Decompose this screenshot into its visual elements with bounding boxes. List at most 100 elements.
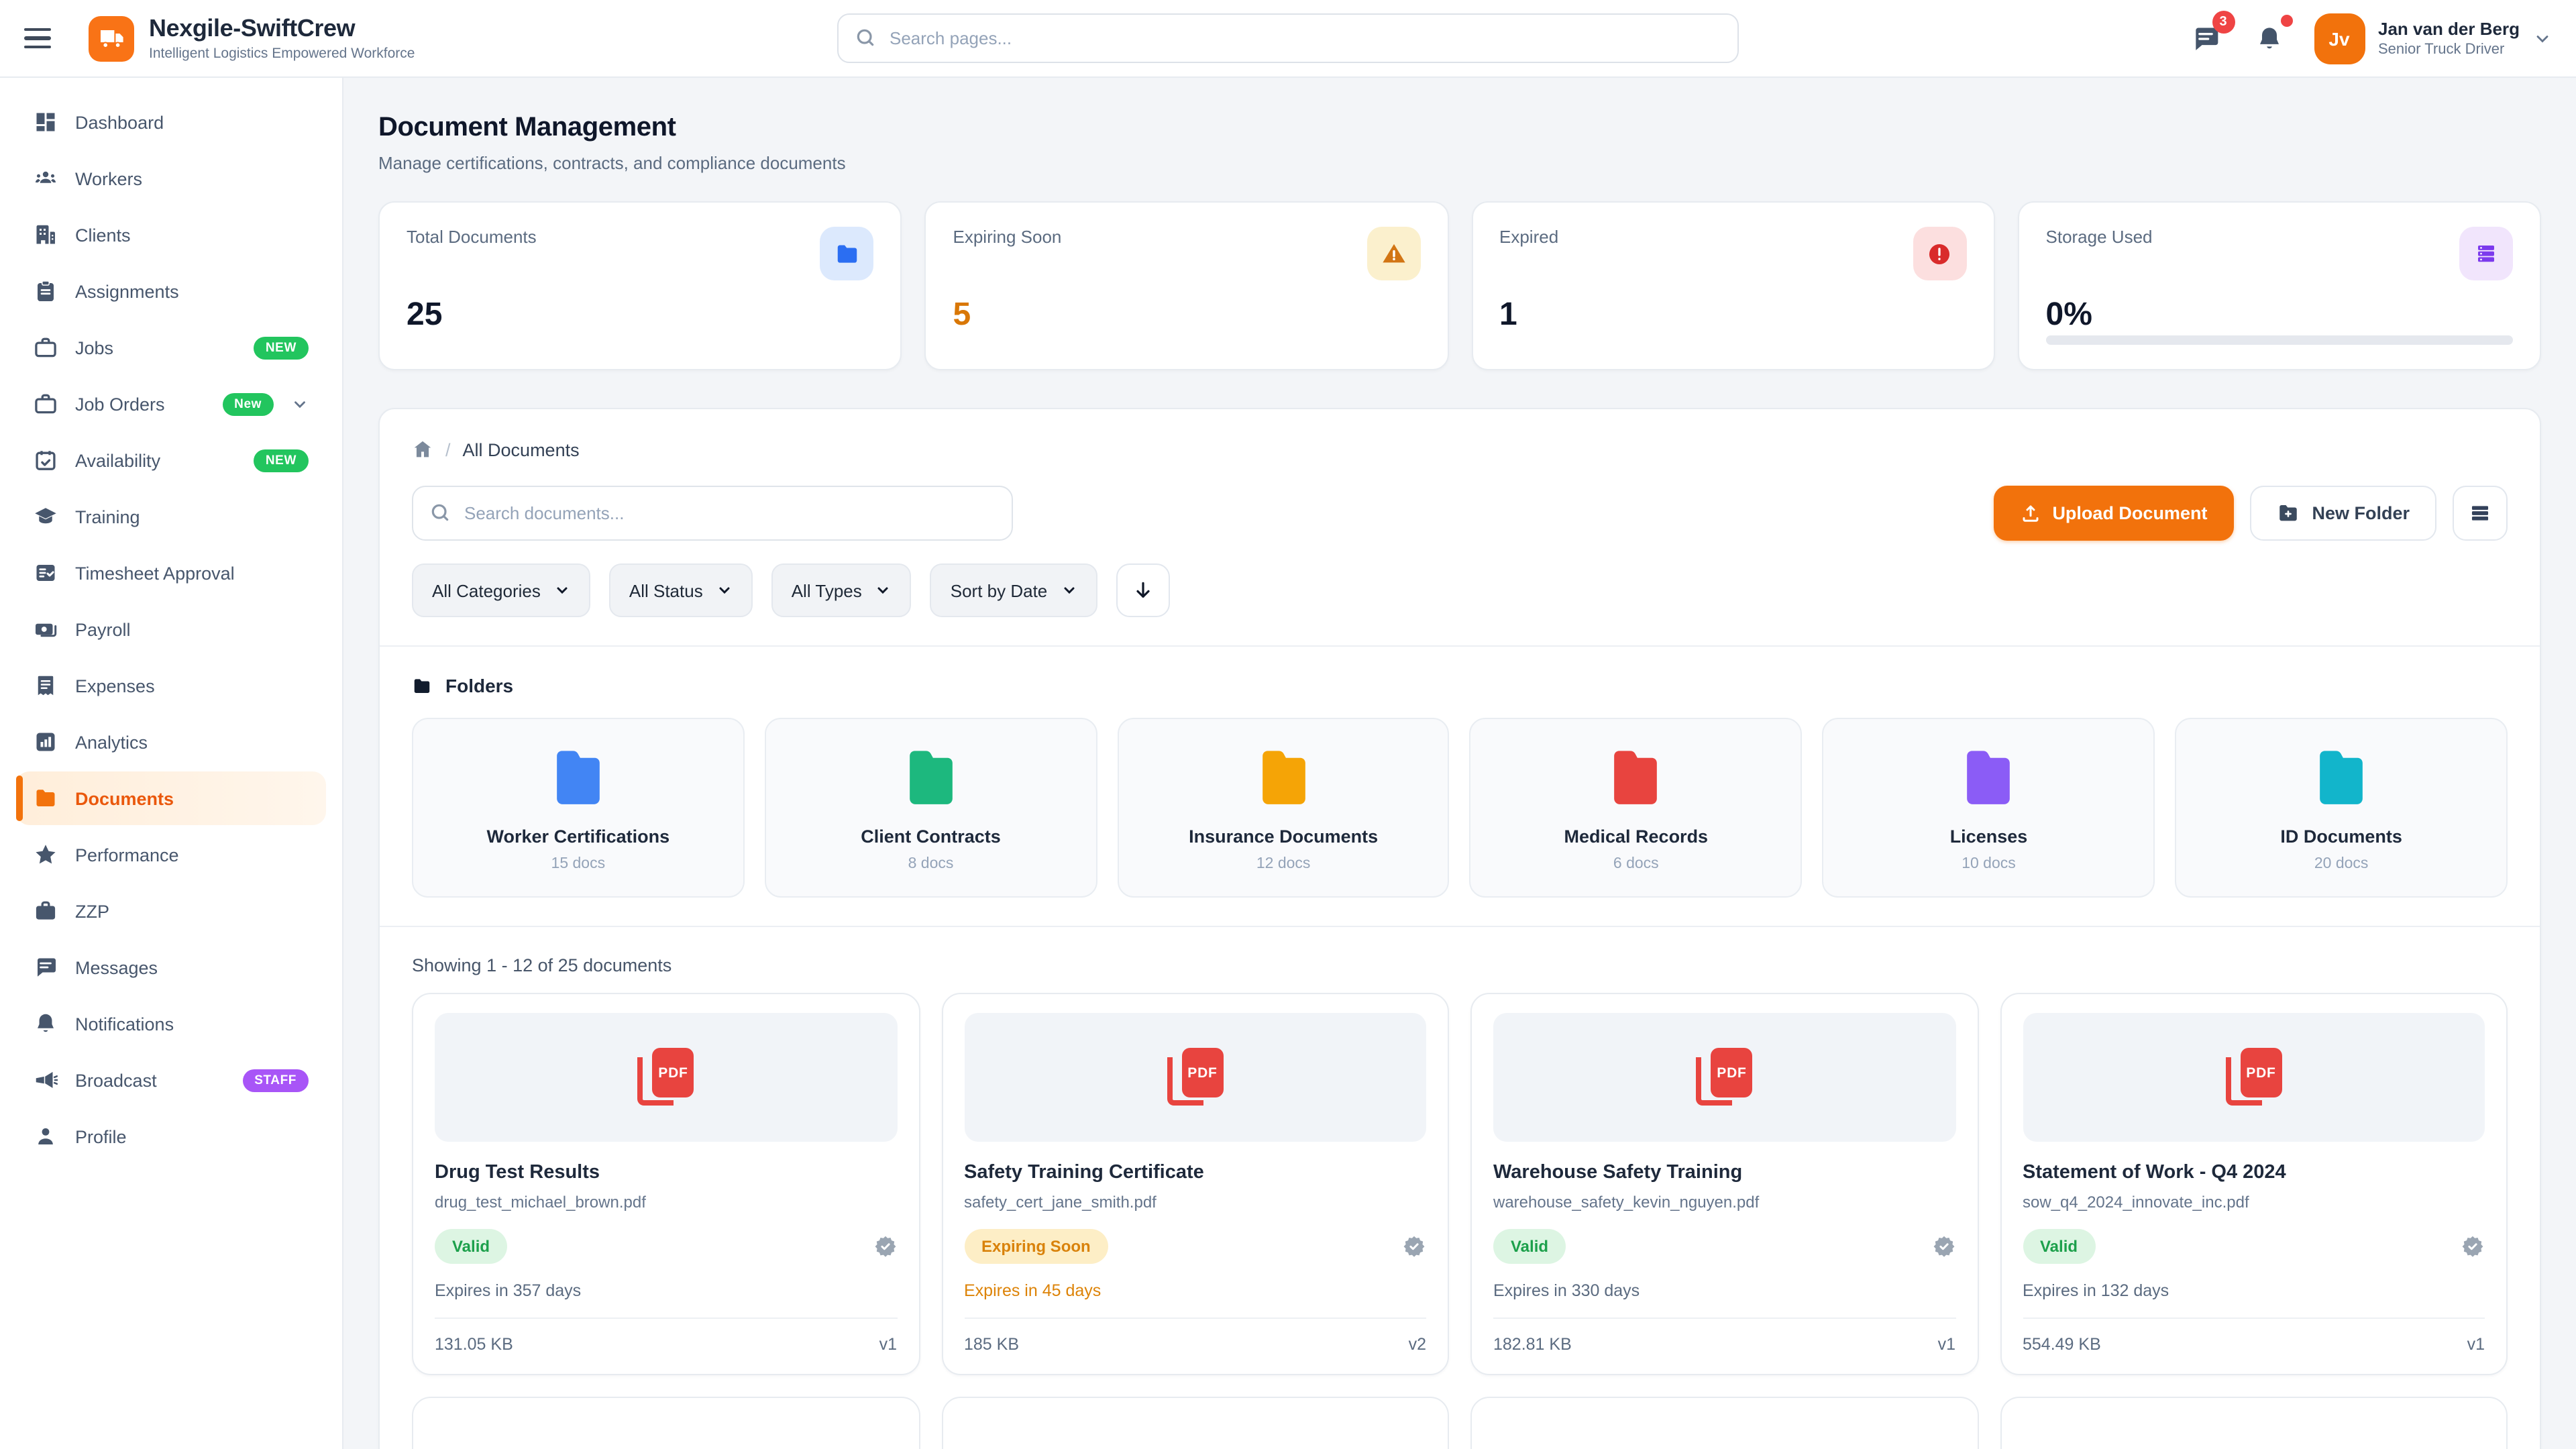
sort-by-select[interactable]: Sort by Date <box>930 564 1097 617</box>
new-folder-button[interactable]: New Folder <box>2250 486 2436 541</box>
folder-card-client-contracts[interactable]: Client Contracts 8 docs <box>765 718 1097 898</box>
filter-types-value: All Types <box>792 580 862 600</box>
pdf-icon: PDF <box>1167 1048 1224 1107</box>
document-title: Drug Test Results <box>435 1162 897 1183</box>
sidebar-item-broadcast[interactable]: Broadcast STAFF <box>16 1053 326 1107</box>
status-badge: Valid <box>1493 1229 1566 1264</box>
stat-label: Expiring Soon <box>953 227 1062 247</box>
verified-seal-icon <box>873 1234 897 1258</box>
sidebar-item-assignments[interactable]: Assignments <box>16 264 326 318</box>
results-count-text: Showing 1 - 12 of 25 documents <box>412 955 2508 975</box>
document-card[interactable] <box>941 1397 1449 1449</box>
list-check-icon <box>34 561 58 585</box>
verified-seal-icon <box>1931 1234 1955 1258</box>
folder-name: Licenses <box>1837 826 2141 847</box>
breadcrumb: / All Documents <box>412 439 2508 460</box>
document-card[interactable] <box>2000 1397 2508 1449</box>
messages-button[interactable]: 3 <box>2185 18 2225 58</box>
document-card[interactable]: PDF Drug Test Results drug_test_michael_… <box>412 993 920 1375</box>
chat-icon <box>34 955 58 979</box>
document-card[interactable]: PDF Safety Training Certificate safety_c… <box>941 993 1449 1375</box>
sidebar-item-payroll[interactable]: Payroll <box>16 602 326 656</box>
sidebar-item-messages[interactable]: Messages <box>16 941 326 994</box>
document-filename: sow_q4_2024_innovate_inc.pdf <box>2023 1193 2485 1212</box>
sort-direction-button[interactable] <box>1116 564 1169 617</box>
chevron-down-icon <box>1061 582 1077 598</box>
document-card[interactable]: PDF Statement of Work - Q4 2024 sow_q4_2… <box>2000 993 2508 1375</box>
document-expiry: Expires in 330 days <box>1493 1281 1955 1300</box>
notifications-button[interactable] <box>2249 18 2290 58</box>
brand-name: Nexgile-SwiftCrew <box>149 15 415 43</box>
document-title: Statement of Work - Q4 2024 <box>2023 1162 2485 1183</box>
folder-doc-count: 10 docs <box>1837 856 2141 872</box>
sidebar: Dashboard Workers Clients Assignments Jo… <box>0 78 343 1449</box>
folder-icon <box>1966 749 2011 805</box>
breadcrumb-current[interactable]: All Documents <box>463 439 580 460</box>
truck-icon <box>99 27 124 50</box>
sidebar-item-label: Availability <box>75 450 236 470</box>
bar-chart-icon <box>34 730 58 754</box>
dashboard-icon <box>34 110 58 134</box>
stat-expired: Expired 1 <box>1471 201 1995 370</box>
folder-icon <box>908 749 953 805</box>
sidebar-item-documents[interactable]: Documents <box>16 771 326 825</box>
folder-card-worker-certifications[interactable]: Worker Certifications 15 docs <box>412 718 745 898</box>
briefcase-icon <box>34 899 58 923</box>
warning-triangle-icon <box>1366 227 1420 280</box>
sidebar-item-training[interactable]: Training <box>16 490 326 543</box>
user-role: Senior Truck Driver <box>2378 42 2520 58</box>
folder-card-licenses[interactable]: Licenses 10 docs <box>1823 718 2155 898</box>
alert-circle-icon <box>1913 227 1967 280</box>
filter-categories-select[interactable]: All Categories <box>412 564 590 617</box>
documents-search-input[interactable] <box>412 486 1013 541</box>
sidebar-item-label: Notifications <box>75 1014 309 1034</box>
sidebar-item-analytics[interactable]: Analytics <box>16 715 326 769</box>
filter-types-select[interactable]: All Types <box>771 564 912 617</box>
stat-value: 25 <box>407 297 874 334</box>
document-size: 185 KB <box>964 1335 1019 1354</box>
global-search-input[interactable] <box>837 13 1739 63</box>
user-menu[interactable]: Jv Jan van der Berg Senior Truck Driver <box>2314 13 2552 64</box>
pdf-icon: PDF <box>1697 1048 1753 1107</box>
sidebar-item-clients[interactable]: Clients <box>16 208 326 262</box>
sidebar-item-workers[interactable]: Workers <box>16 152 326 205</box>
sidebar-item-jobs[interactable]: Jobs NEW <box>16 321 326 374</box>
sidebar-item-job-orders[interactable]: Job Orders New <box>16 377 326 431</box>
sidebar-item-dashboard[interactable]: Dashboard <box>16 95 326 149</box>
brand-logo <box>89 15 134 61</box>
sidebar-item-notifications[interactable]: Notifications <box>16 997 326 1051</box>
document-expiry: Expires in 45 days <box>964 1281 1426 1300</box>
filter-row: All Categories All Status All Types Sort… <box>412 564 2508 617</box>
sidebar-item-performance[interactable]: Performance <box>16 828 326 881</box>
list-view-toggle-button[interactable] <box>2453 486 2508 541</box>
sidebar-item-availability[interactable]: Availability NEW <box>16 433 326 487</box>
home-icon[interactable] <box>412 439 433 460</box>
briefcase-icon <box>34 392 58 416</box>
hamburger-menu-icon[interactable] <box>24 15 70 61</box>
filter-status-select[interactable]: All Status <box>609 564 753 617</box>
document-size: 554.49 KB <box>2023 1335 2101 1354</box>
pdf-icon: PDF <box>638 1048 694 1107</box>
sidebar-item-timesheet-approval[interactable]: Timesheet Approval <box>16 546 326 600</box>
upload-document-button[interactable]: Upload Document <box>1993 486 2234 541</box>
folder-card-id-documents[interactable]: ID Documents 20 docs <box>2175 718 2508 898</box>
sidebar-item-zzp[interactable]: ZZP <box>16 884 326 938</box>
document-expiry: Expires in 357 days <box>435 1281 897 1300</box>
folder-card-medical-records[interactable]: Medical Records 6 docs <box>1470 718 1803 898</box>
document-card[interactable]: PDF Warehouse Safety Training warehouse_… <box>1470 993 1978 1375</box>
sidebar-item-label: Clients <box>75 225 309 245</box>
document-card[interactable] <box>412 1397 920 1449</box>
stat-label: Expired <box>1499 227 1558 247</box>
sidebar-item-label: Documents <box>75 788 309 808</box>
documents-toolbar: Upload Document New Folder <box>412 486 2508 541</box>
notification-dot <box>2280 14 2292 26</box>
chevron-down-icon <box>291 395 309 413</box>
folders-section-title: Folders <box>445 675 513 696</box>
document-version: v1 <box>1938 1335 1955 1354</box>
sidebar-item-profile[interactable]: Profile <box>16 1110 326 1163</box>
sidebar-item-expenses[interactable]: Expenses <box>16 659 326 712</box>
stat-total-documents: Total Documents 25 <box>378 201 902 370</box>
document-card[interactable] <box>1470 1397 1978 1449</box>
user-info: Jan van der Berg Senior Truck Driver <box>2378 19 2520 58</box>
folder-card-insurance-documents[interactable]: Insurance Documents 12 docs <box>1117 718 1450 898</box>
